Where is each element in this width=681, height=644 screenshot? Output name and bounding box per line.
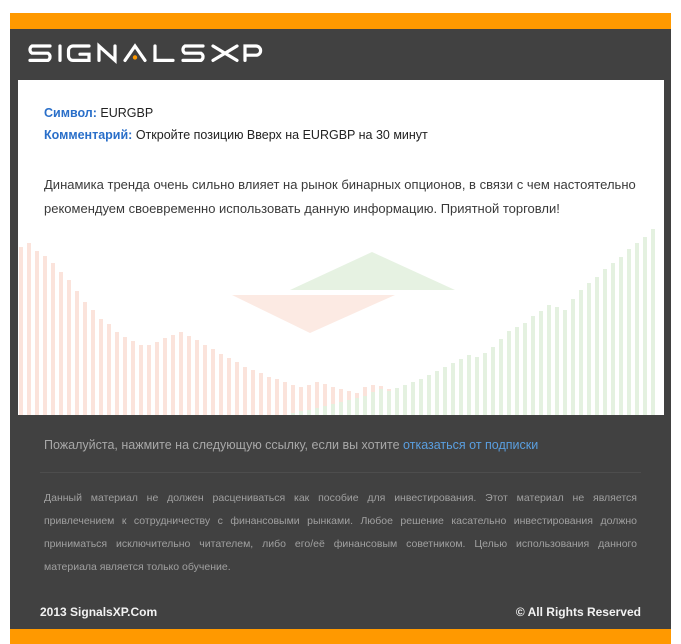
unsubscribe-text: Пожалуйста, нажмите на следующую ссылку,… <box>44 438 404 452</box>
symbol-value: EURGBP <box>100 106 154 120</box>
email-header <box>10 29 671 80</box>
unsubscribe-link[interactable]: отказаться от подписки <box>403 438 538 452</box>
email-shell: Символ: EURGBP Комментарий: Откройте поз… <box>10 13 671 644</box>
comment-value: Откройте позицию Вверх на EURGBP на 30 м… <box>135 128 428 142</box>
email-dark-body: Символ: EURGBP Комментарий: Откройте поз… <box>10 29 671 629</box>
card-text-block: Символ: EURGBP Комментарий: Откройте поз… <box>18 80 664 221</box>
disclaimer-text: Данный материал не должен расцениваться … <box>44 492 637 573</box>
content-card: Символ: EURGBP Комментарий: Откройте поз… <box>18 80 664 415</box>
footer-zone: Пожалуйста, нажмите на следующую ссылку,… <box>10 415 671 629</box>
copyright-right: © All Rights Reserved <box>515 605 641 619</box>
unsubscribe-line: Пожалуйста, нажмите на следующую ссылку,… <box>18 415 663 454</box>
top-accent-bar <box>10 13 671 29</box>
signalsxp-logo[interactable] <box>25 38 263 68</box>
body-paragraph: Динамика тренда очень сильно влияет на р… <box>44 177 636 216</box>
copyright-bar: 2013 SignalsXP.Com © All Rights Reserved <box>18 595 663 629</box>
comment-label: Комментарий: <box>44 128 133 142</box>
symbol-label: Символ: <box>44 106 97 120</box>
comment-row: Комментарий: Откройте позицию Вверх на E… <box>44 124 638 146</box>
bottom-accent-bar <box>10 629 671 644</box>
copyright-left: 2013 SignalsXP.Com <box>40 605 158 619</box>
symbol-row: Символ: EURGBP <box>44 102 638 124</box>
